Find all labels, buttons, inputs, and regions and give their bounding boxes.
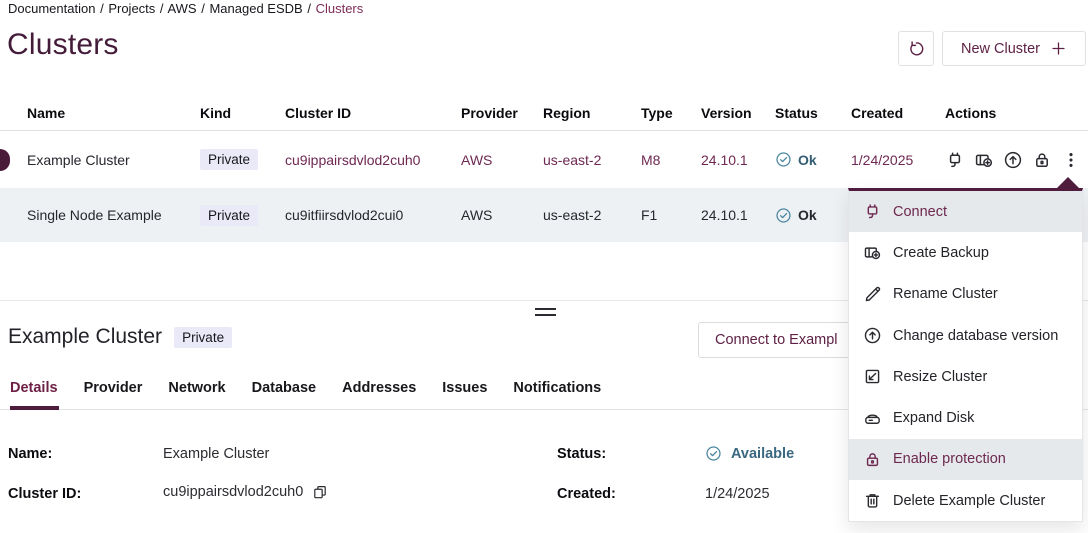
menu-item-delete-cluster[interactable]: Delete Example Cluster: [849, 480, 1082, 521]
breadcrumb-item[interactable]: AWS: [167, 1, 196, 16]
cell-name: Example Cluster: [27, 152, 200, 168]
detail-tabs: Details Provider Network Database Addres…: [10, 380, 601, 396]
menu-caret: [1057, 177, 1079, 188]
breadcrumb: Documentation / Projects / AWS / Managed…: [8, 1, 363, 16]
col-version: Version: [701, 105, 775, 121]
active-tab-underline: [10, 406, 59, 410]
menu-item-create-backup[interactable]: Create Backup: [849, 232, 1082, 273]
drag-handle[interactable]: [535, 308, 556, 320]
trash-icon: [863, 491, 882, 510]
col-status: Status: [775, 105, 851, 121]
cell-cluster-id: cu9ippairsdvlod2cuh0: [285, 152, 461, 168]
resize-icon: [863, 367, 882, 386]
kind-badge: Private: [200, 205, 258, 226]
tab-issues[interactable]: Issues: [442, 380, 487, 396]
cell-status: Ok: [775, 207, 851, 224]
menu-item-enable-protection[interactable]: Enable protection: [849, 439, 1082, 480]
lock-icon[interactable]: [1032, 150, 1052, 170]
check-circle-icon: [775, 207, 792, 224]
col-actions: Actions: [933, 105, 1088, 121]
cell-type: M8: [641, 152, 701, 168]
pencil-icon: [863, 285, 882, 304]
tab-addresses[interactable]: Addresses: [342, 380, 416, 396]
copy-icon[interactable]: [312, 484, 328, 500]
status-value: Available: [705, 445, 794, 462]
status-label: Status:: [557, 446, 606, 462]
cell-region: us-east-2: [543, 207, 641, 223]
col-created: Created: [851, 105, 933, 121]
cell-name: Single Node Example: [27, 207, 200, 223]
breadcrumb-item[interactable]: Managed ESDB: [209, 1, 302, 16]
tab-database[interactable]: Database: [252, 380, 316, 396]
detail-title: Example Cluster: [8, 325, 162, 349]
cell-region: us-east-2: [543, 152, 641, 168]
tab-details[interactable]: Details: [10, 380, 58, 396]
connect-icon[interactable]: [945, 150, 965, 170]
menu-item-expand-disk[interactable]: Expand Disk: [849, 397, 1082, 438]
menu-item-rename-cluster[interactable]: Rename Cluster: [849, 274, 1082, 315]
clusters-page: Documentation / Projects / AWS / Managed…: [0, 0, 1088, 533]
new-cluster-label: New Cluster: [961, 41, 1040, 57]
plug-icon: [863, 202, 882, 221]
breadcrumb-current: Clusters: [316, 1, 364, 16]
new-cluster-button[interactable]: New Cluster: [942, 31, 1086, 66]
change-version-icon[interactable]: [1003, 150, 1023, 170]
refresh-icon: [907, 39, 926, 58]
col-name: Name: [27, 105, 200, 121]
arrow-up-circle-icon: [863, 326, 882, 345]
tab-provider[interactable]: Provider: [84, 380, 143, 396]
row-actions-menu: Connect Create Backup Rename Cluster Cha…: [848, 188, 1083, 522]
row-actions: [933, 150, 1088, 170]
cell-status: Ok: [775, 151, 851, 168]
menu-item-change-database-version[interactable]: Change database version: [849, 315, 1082, 356]
col-kind: Kind: [200, 105, 285, 121]
cluster-id-value: cu9ippairsdvlod2cuh0: [163, 484, 328, 500]
cell-provider: AWS: [461, 207, 543, 223]
created-label: Created:: [557, 486, 616, 502]
check-circle-icon: [705, 445, 722, 462]
col-provider: Provider: [461, 105, 543, 121]
disk-icon: [863, 409, 882, 428]
kind-badge: Private: [200, 149, 258, 170]
cell-created: 1/24/2025: [851, 152, 933, 168]
cell-type: F1: [641, 207, 701, 223]
created-value: 1/24/2025: [705, 486, 770, 502]
col-region: Region: [543, 105, 641, 121]
name-label: Name:: [8, 446, 52, 462]
tab-network[interactable]: Network: [168, 380, 225, 396]
table-header-row: Name Kind Cluster ID Provider Region Typ…: [0, 95, 1088, 131]
cell-version: 24.10.1: [701, 207, 775, 223]
col-type: Type: [641, 105, 701, 121]
col-cluster-id: Cluster ID: [285, 105, 461, 121]
menu-item-resize-cluster[interactable]: Resize Cluster: [849, 356, 1082, 397]
detail-heading: Example Cluster Private: [8, 325, 232, 349]
backup-icon[interactable]: [974, 150, 994, 170]
refresh-button[interactable]: [898, 31, 934, 66]
detail-kind-badge: Private: [174, 327, 232, 348]
name-value: Example Cluster: [163, 446, 269, 462]
cell-version: 24.10.1: [701, 152, 775, 168]
tab-notifications[interactable]: Notifications: [513, 380, 601, 396]
menu-item-connect[interactable]: Connect: [849, 191, 1082, 232]
cluster-id-label: Cluster ID:: [8, 486, 81, 502]
kebab-icon[interactable]: [1061, 150, 1081, 170]
selected-row-marker: [0, 149, 10, 171]
breadcrumb-item[interactable]: Documentation: [8, 1, 95, 16]
lock-icon: [863, 450, 882, 469]
cell-cluster-id: cu9itfiirsdvlod2cui0: [285, 207, 461, 223]
cell-provider: AWS: [461, 152, 543, 168]
check-circle-icon: [775, 151, 792, 168]
plus-icon: [1050, 40, 1067, 57]
backup-icon: [863, 243, 882, 262]
table-row[interactable]: Example Cluster Private cu9ippairsdvlod2…: [0, 131, 1088, 188]
page-title: Clusters: [7, 28, 119, 62]
breadcrumb-item[interactable]: Projects: [108, 1, 155, 16]
connect-to-cluster-button[interactable]: Connect to Exampl: [698, 322, 866, 358]
